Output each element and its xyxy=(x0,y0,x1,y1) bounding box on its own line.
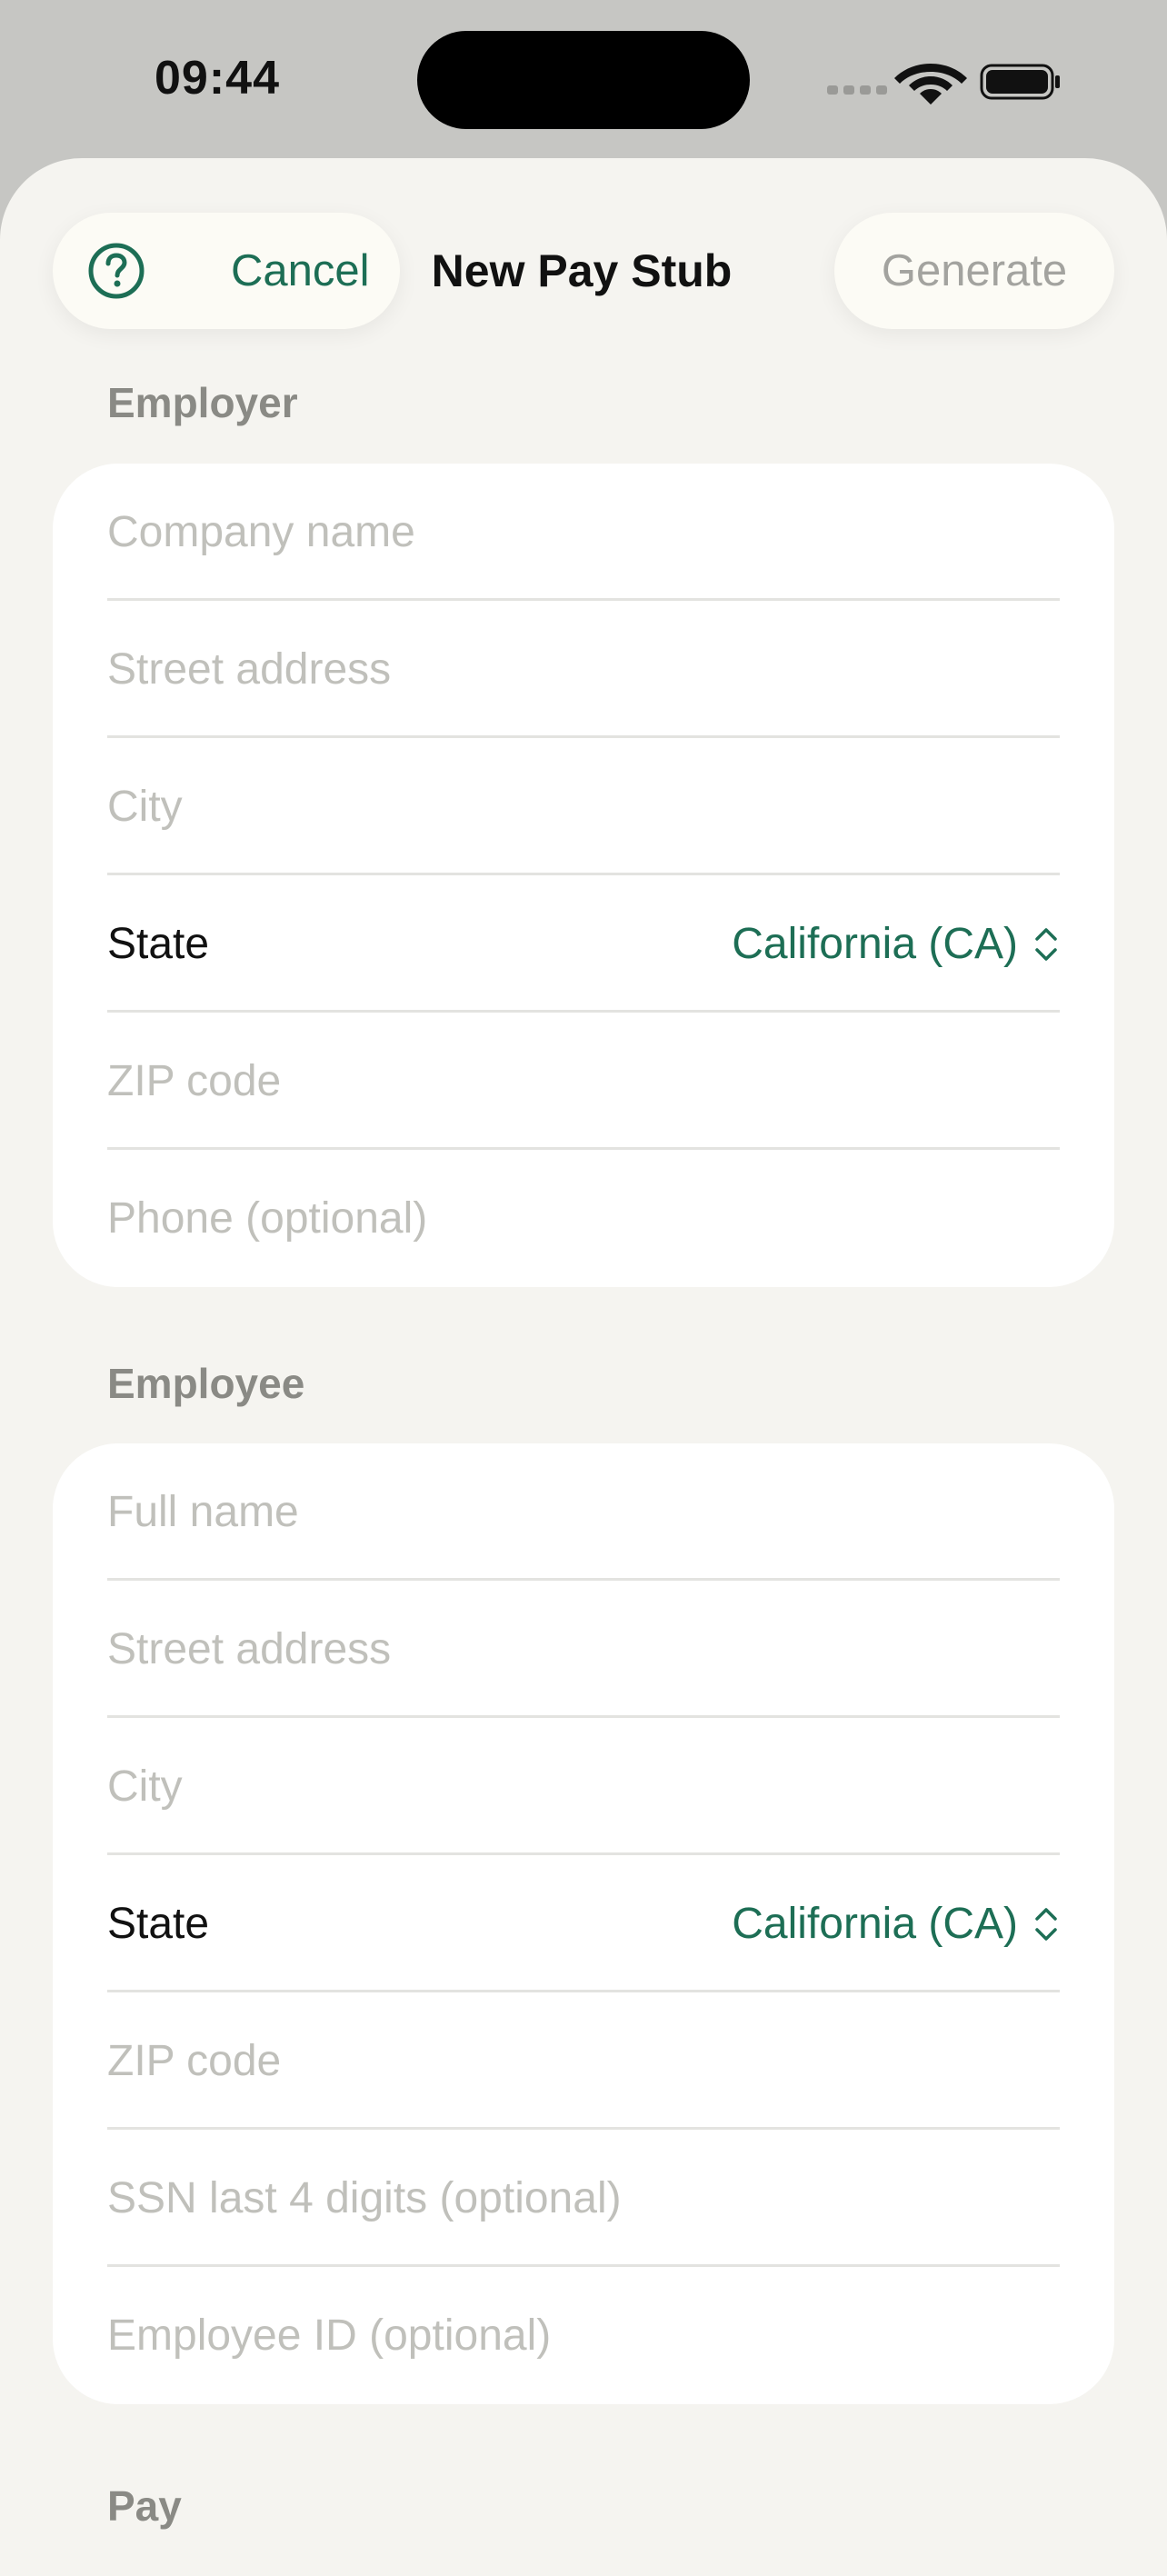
employer-street-input[interactable] xyxy=(107,644,1060,694)
employee-state-row: State California (CA) xyxy=(107,1855,1060,1992)
employer-city-row xyxy=(107,738,1060,875)
employer-zip-row xyxy=(107,1013,1060,1150)
employer-state-picker[interactable]: California (CA) xyxy=(732,919,1060,969)
employer-state-row: State California (CA) xyxy=(107,875,1060,1013)
form-sheet: Cancel New Pay Stub Generate Employer St… xyxy=(0,158,1167,2576)
battery-icon xyxy=(980,64,1060,100)
employer-zip-input[interactable] xyxy=(107,1056,1060,1106)
employee-street-row xyxy=(107,1581,1060,1718)
employee-city-input[interactable] xyxy=(107,1762,1060,1812)
nav-left-group: Cancel xyxy=(53,213,400,329)
status-icons xyxy=(827,64,1060,105)
question-circle-icon[interactable] xyxy=(87,242,145,300)
section-header-employer: Employer xyxy=(107,379,298,426)
employee-city-row xyxy=(107,1718,1060,1855)
employee-ssn-input[interactable] xyxy=(107,2173,1060,2223)
employer-card: State California (CA) xyxy=(53,464,1114,1287)
chevron-up-down-icon xyxy=(1035,927,1057,961)
status-bar: 09:44 xyxy=(0,0,1167,160)
employee-ssn-row xyxy=(107,2130,1060,2267)
chevron-up-down-icon xyxy=(1035,1907,1057,1941)
status-time: 09:44 xyxy=(155,52,280,105)
cellular-signal-icon xyxy=(827,85,887,95)
employer-phone-input[interactable] xyxy=(107,1193,1060,1243)
employee-state-label: State xyxy=(107,1900,210,1948)
employer-city-input[interactable] xyxy=(107,782,1060,832)
employer-state-value: California (CA) xyxy=(732,920,1018,968)
employee-card: State California (CA) xyxy=(53,1443,1114,2404)
employee-street-input[interactable] xyxy=(107,1624,1060,1674)
employee-state-picker[interactable]: California (CA) xyxy=(732,1899,1060,1949)
generate-button[interactable]: Generate xyxy=(834,213,1114,329)
employer-state-label: State xyxy=(107,920,210,968)
wifi-icon xyxy=(894,64,967,105)
employee-full-name-input[interactable] xyxy=(107,1487,1060,1537)
employee-zip-input[interactable] xyxy=(107,2036,1060,2086)
cancel-button[interactable]: Cancel xyxy=(231,213,370,329)
employee-id-row xyxy=(107,2267,1060,2404)
employee-zip-row xyxy=(107,1992,1060,2130)
page-title: New Pay Stub xyxy=(431,245,733,296)
employer-street-row xyxy=(107,601,1060,738)
section-header-employee: Employee xyxy=(107,1360,305,1407)
dynamic-island xyxy=(417,31,750,129)
section-header-pay: Pay xyxy=(107,2482,182,2530)
employer-phone-row xyxy=(107,1150,1060,1287)
employee-state-value: California (CA) xyxy=(732,1900,1018,1948)
employer-company-name-input[interactable] xyxy=(107,507,1060,557)
employee-id-input[interactable] xyxy=(107,2311,1060,2361)
employee-full-name-row xyxy=(107,1443,1060,1581)
employer-company-row xyxy=(107,464,1060,601)
